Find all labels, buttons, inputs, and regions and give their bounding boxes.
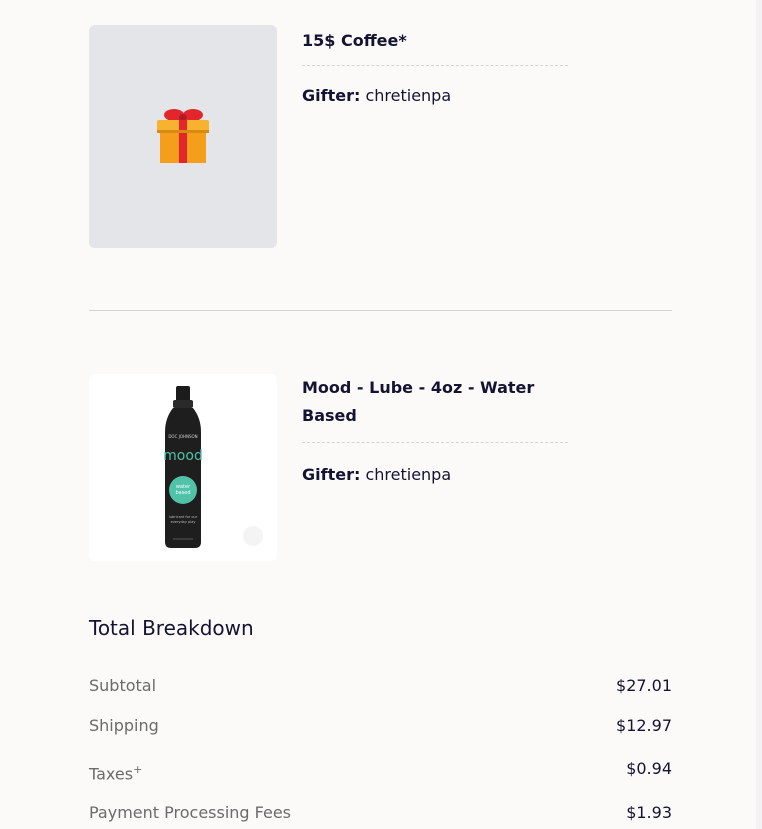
breakdown-row-taxes: Taxes+ $0.94 — [89, 759, 672, 783]
item-title: Mood - Lube - 4oz - Water Based — [302, 378, 535, 425]
item-image — [89, 25, 277, 248]
row-value: $27.01 — [616, 676, 672, 695]
breakdown-row-subtotal: Subtotal $27.01 — [89, 676, 672, 700]
row-value: $12.97 — [616, 716, 672, 735]
list-item: 15$ Coffee* Gifter: chretienpa — [89, 25, 672, 248]
gifter-name: chretienpa — [365, 86, 452, 105]
row-value: $1.93 — [626, 803, 672, 822]
breakdown-row-processing-fees: Payment Processing Fees $1.93 — [89, 803, 672, 827]
breakdown-title: Total Breakdown — [89, 616, 254, 640]
bottle-caption-line2: everyday play — [171, 520, 196, 524]
divider — [302, 442, 568, 443]
gift-box-icon — [157, 109, 209, 163]
gifter-name: chretienpa — [365, 465, 452, 484]
list-item: DOC JOHNSON mood water based lubricant f… — [89, 374, 672, 561]
gifter-line: Gifter: chretienpa — [302, 465, 568, 484]
row-label: Subtotal — [89, 676, 157, 695]
gifter-label: Gifter: — [302, 465, 361, 484]
divider — [302, 65, 568, 66]
item-image: DOC JOHNSON mood water based lubricant f… — [89, 374, 277, 561]
row-label: Payment Processing Fees — [89, 803, 292, 822]
product-bottle-image: DOC JOHNSON mood water based lubricant f… — [163, 386, 263, 548]
bottle-badge-line2: based — [175, 490, 190, 496]
gifter-label: Gifter: — [302, 86, 361, 105]
gifter-line: Gifter: chretienpa — [302, 86, 568, 105]
item-title: 15$ Coffee* — [302, 31, 407, 50]
taxes-info-marker[interactable]: + — [133, 763, 142, 776]
bottle-brand: mood — [163, 448, 203, 464]
breakdown-row-shipping: Shipping $12.97 — [89, 716, 672, 740]
row-label: Shipping — [89, 716, 159, 735]
bottle-caption-line1: lubricant for our — [169, 515, 198, 519]
section-divider — [89, 310, 672, 311]
row-label: Taxes+ — [89, 763, 143, 784]
svg-text:DOC JOHNSON: DOC JOHNSON — [168, 434, 197, 439]
order-panel: 15$ Coffee* Gifter: chretienpa DOC JOHNS… — [0, 0, 756, 829]
row-value: $0.94 — [626, 759, 672, 778]
